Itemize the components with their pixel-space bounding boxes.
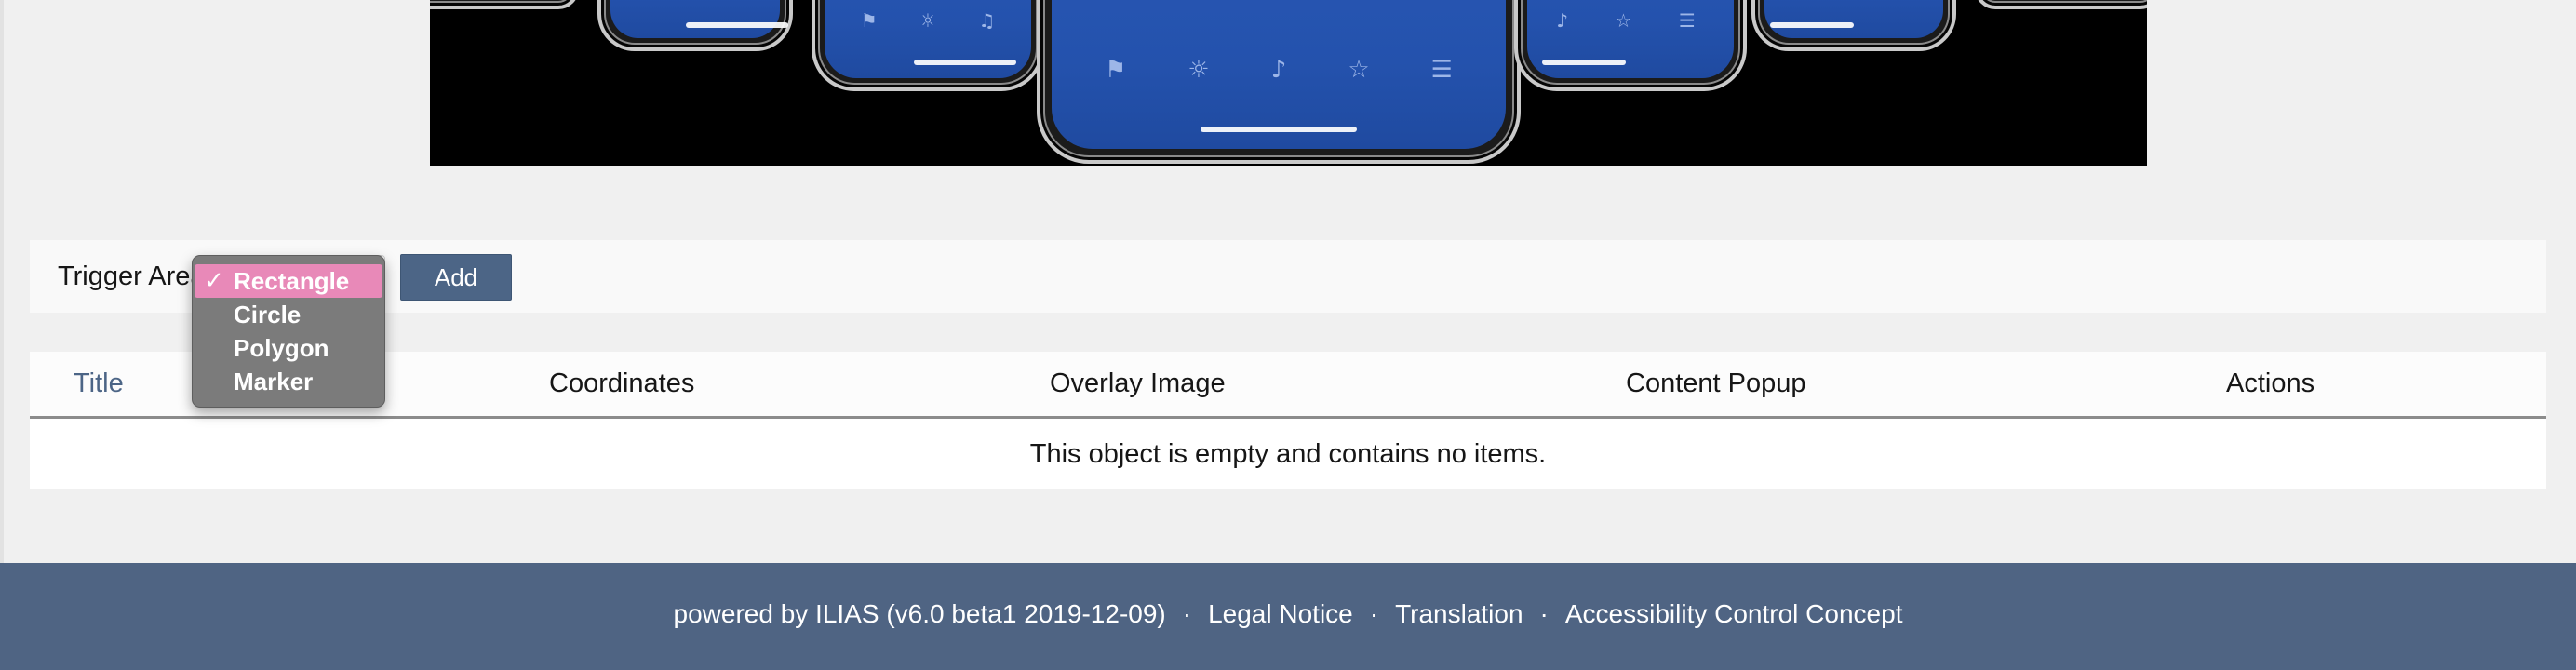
checkmark-icon: ✓: [204, 267, 224, 295]
legal-notice-link[interactable]: Legal Notice: [1208, 599, 1353, 629]
column-header-content-popup: Content Popup: [1626, 368, 1806, 398]
option-circle[interactable]: Circle: [195, 298, 382, 331]
column-header-overlay-image: Overlay Image: [1050, 368, 1226, 398]
footer-separator: ·: [1369, 598, 1379, 628]
banner-image: ⚑ ☼ ♫ ⚑ ☼ ♪ ☆ ☰ ♪ ☆ ☰: [430, 0, 2147, 166]
star-icon: ☆: [1348, 56, 1370, 84]
option-marker[interactable]: Marker: [195, 365, 382, 398]
phone-mockup: ⚑ ☼ ♫: [812, 0, 1044, 91]
trigger-areas-table: Title Coordinates Overlay Image Content …: [30, 352, 2546, 489]
page-edge: [0, 0, 4, 563]
option-label: Circle: [234, 301, 302, 328]
option-label: Polygon: [234, 334, 329, 362]
trigger-area-dropdown-menu: ✓ Rectangle Circle Polygon Marker: [192, 255, 385, 408]
option-polygon[interactable]: Polygon: [195, 331, 382, 365]
add-button[interactable]: Add: [400, 254, 512, 301]
menu-icon: ☰: [1430, 56, 1453, 84]
lightbulb-icon: ☼: [1187, 56, 1210, 84]
column-header-coordinates: Coordinates: [549, 368, 695, 398]
option-label: Rectangle: [234, 267, 350, 295]
phone-mockup: ♪ ☆ ☰: [1514, 0, 1747, 91]
option-rectangle[interactable]: ✓ Rectangle: [195, 264, 382, 298]
phone-mockup: [1975, 0, 2147, 9]
trigger-area-label: Trigger Area: [58, 261, 206, 291]
phone-mockup-center: ⚑ ☼ ♪ ☆ ☰: [1037, 0, 1521, 164]
empty-table-message: This object is empty and contains no ite…: [1029, 439, 1547, 469]
table-header: Title Coordinates Overlay Image Content …: [30, 352, 2546, 419]
accessibility-control-concept-link[interactable]: Accessibility Control Concept: [1565, 599, 1903, 629]
column-header-title[interactable]: Title: [74, 352, 124, 416]
lightbulb-icon: ☼: [919, 9, 936, 32]
footer: powered by ILIAS (v6.0 beta1 2019-12-09)…: [0, 563, 2576, 670]
powered-by-text: powered by ILIAS (v6.0 beta1 2019-12-09): [673, 598, 1166, 628]
bell-icon: ♫: [978, 9, 996, 32]
menu-icon: ☰: [1678, 9, 1696, 32]
bell-icon: ♪: [1270, 56, 1287, 84]
star-icon: ☆: [1615, 9, 1632, 32]
footer-separator: ·: [1182, 598, 1192, 628]
flag-icon: ⚑: [860, 9, 878, 32]
bell-icon: ♪: [1556, 9, 1568, 32]
phone-mockup: [597, 0, 793, 51]
phone-mockup: [1751, 0, 1956, 51]
column-header-actions: Actions: [2226, 368, 2315, 398]
translation-link[interactable]: Translation: [1395, 599, 1523, 629]
phone-mockup: [430, 0, 579, 9]
flag-icon: ⚑: [1105, 56, 1127, 84]
option-label: Marker: [234, 368, 314, 395]
footer-separator: ·: [1539, 598, 1549, 628]
